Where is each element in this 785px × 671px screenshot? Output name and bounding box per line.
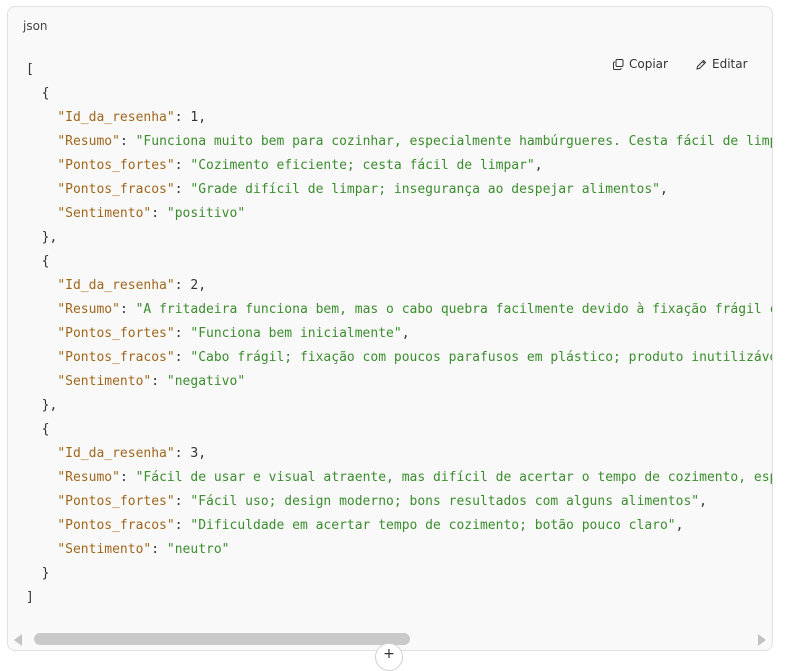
code-line: "Pontos_fracos": "Cabo frágil; fixação c… <box>57 350 773 365</box>
code-block: json Copiar Editar [ { "Id_da_resenha": … <box>7 6 773 651</box>
arrow-left-icon[interactable] <box>14 634 22 646</box>
code-line: "Resumo": "Funciona muito bem para cozin… <box>57 134 773 149</box>
code-line: "Id_da_resenha": 3, <box>57 446 207 461</box>
code-line: "Id_da_resenha": 2, <box>57 278 207 293</box>
code-line: { <box>26 422 50 437</box>
code-content: [ { "Id_da_resenha": 1, "Resumo": "Funci… <box>26 58 773 610</box>
code-line: "Pontos_fracos": "Dificuldade em acertar… <box>57 518 684 533</box>
code-line: }, <box>26 398 58 413</box>
code-line: "Pontos_fortes": "Cozimento eficiente; c… <box>57 158 543 173</box>
scrollbar-thumb[interactable] <box>34 633 410 645</box>
code-line: "Pontos_fortes": "Funciona bem inicialme… <box>57 326 410 341</box>
language-label: json <box>23 19 48 33</box>
code-line: "Id_da_resenha": 1, <box>57 110 207 125</box>
code-line: { <box>26 254 50 269</box>
code-line: "Sentimento": "negativo" <box>57 374 246 389</box>
code-line: { <box>26 86 50 101</box>
code-line: "Pontos_fracos": "Grade difícil de limpa… <box>57 182 668 197</box>
code-line: "Resumo": "A fritadeira funciona bem, ma… <box>57 302 773 317</box>
code-line: [ <box>26 62 34 77</box>
plus-icon: + <box>383 646 395 662</box>
code-line: "Sentimento": "neutro" <box>57 542 230 557</box>
code-line: }, <box>26 230 58 245</box>
code-line: "Sentimento": "positivo" <box>57 206 246 221</box>
code-line: "Pontos_fortes": "Fácil uso; design mode… <box>57 494 707 509</box>
arrow-right-icon[interactable] <box>758 634 766 646</box>
code-line: } <box>26 566 50 581</box>
scroll-down-button[interactable]: + <box>375 643 403 671</box>
code-line: "Resumo": "Fácil de usar e visual atraen… <box>57 470 773 485</box>
code-line: ] <box>26 590 34 605</box>
